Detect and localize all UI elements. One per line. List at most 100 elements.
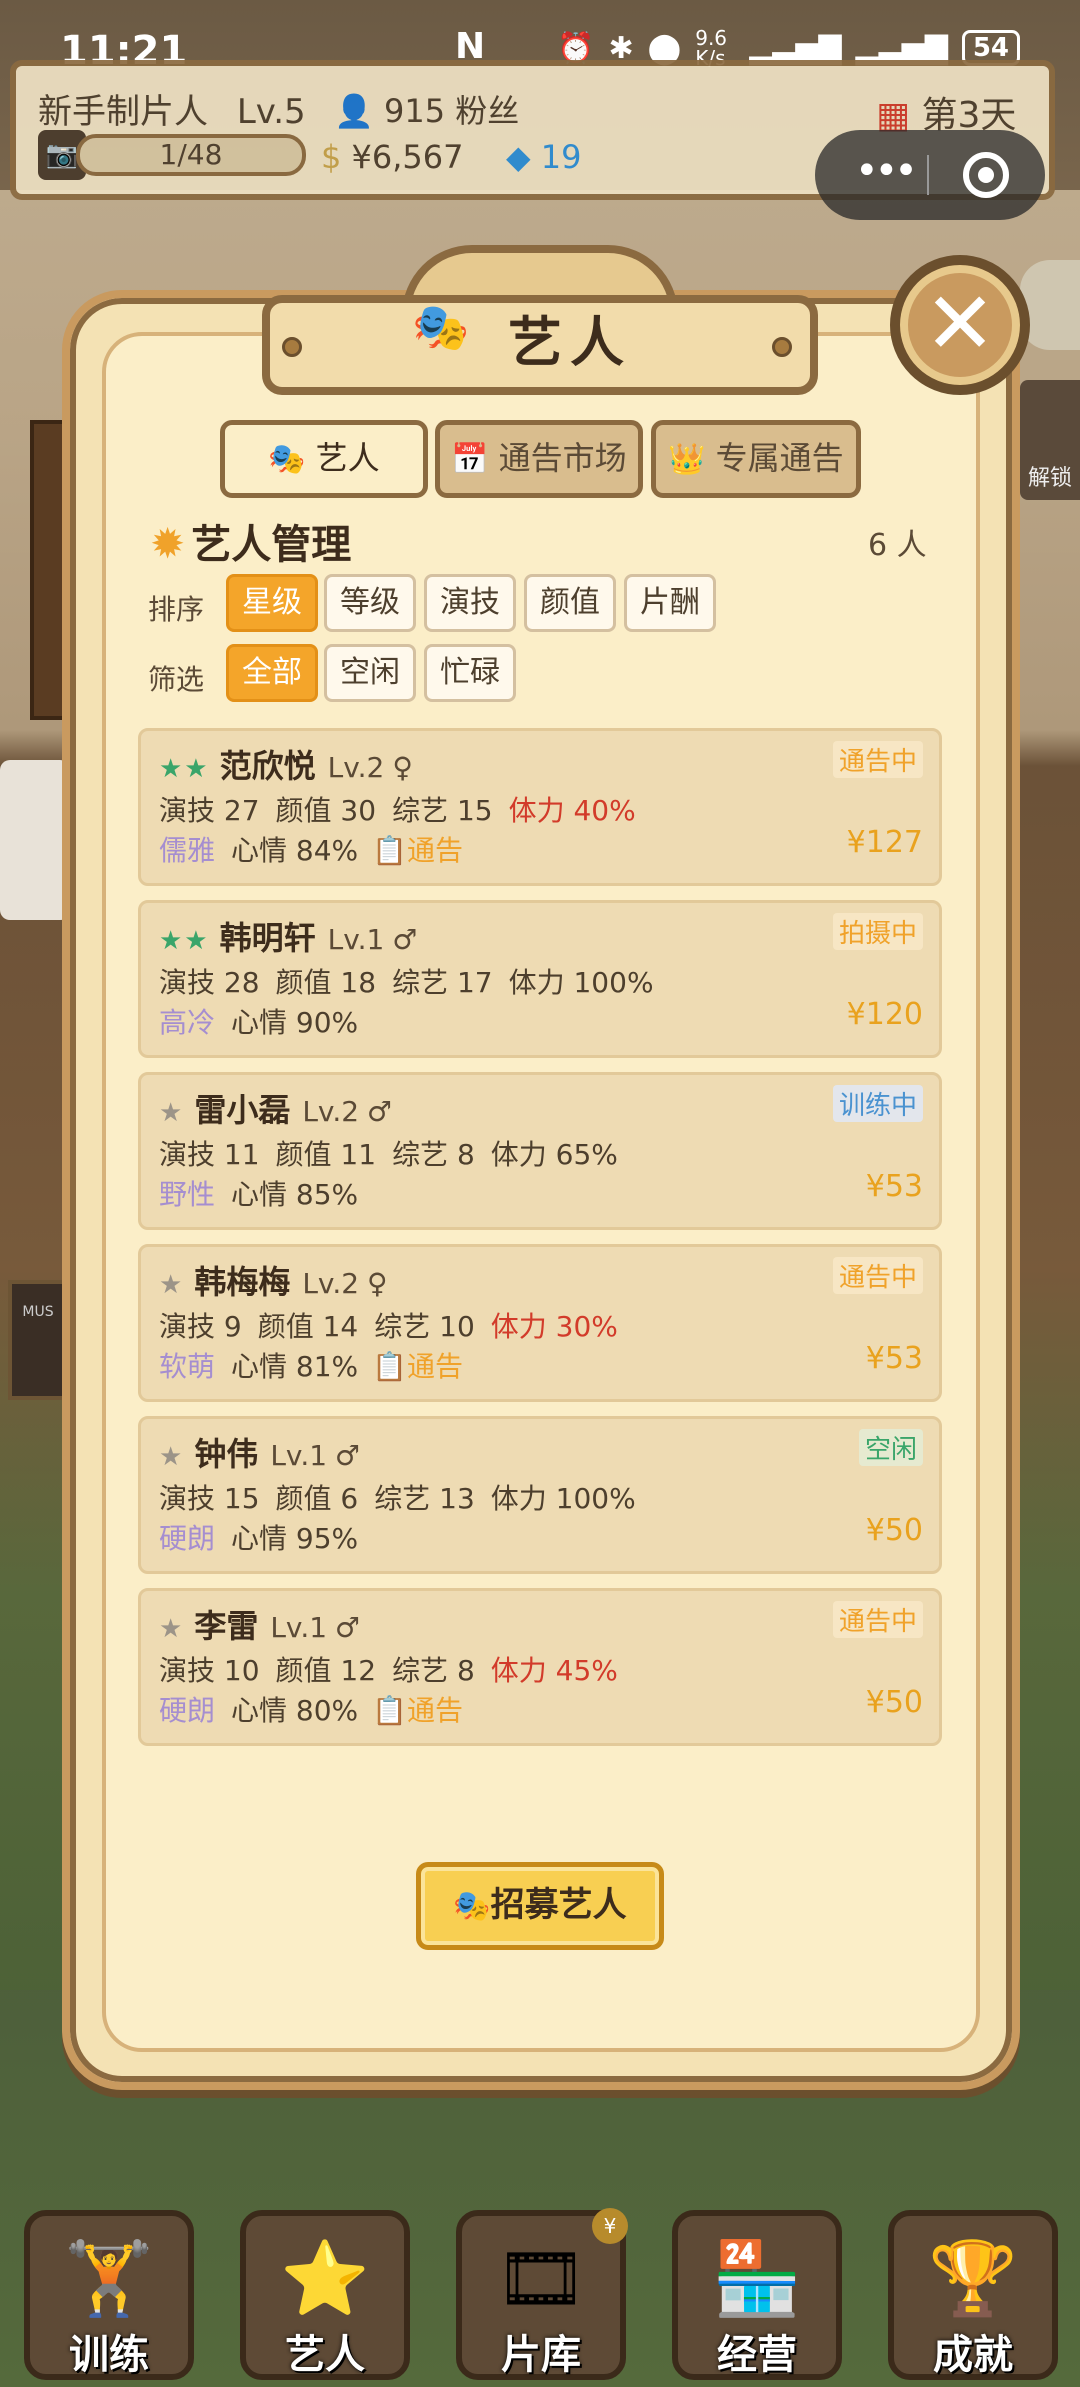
artist-card-4[interactable]: ★ 钟伟 Lv.1 ♂ 空闲 演技 15 颜值 6 综艺 13 体力 100% 硬朗 心情 9…	[138, 1416, 942, 1574]
money-value: ¥6,567	[351, 138, 464, 176]
filter-all[interactable]: 全部	[226, 644, 318, 702]
sort-looks[interactable]: 颜值	[524, 574, 616, 632]
star-rating: ★	[159, 1098, 185, 1128]
status-badge: 拍摄中	[832, 913, 923, 950]
more-icon[interactable]: •••	[855, 148, 918, 194]
star-trophy-icon: ⭐	[280, 2236, 370, 2320]
fans-icon: 👤	[334, 92, 374, 130]
artist-level: Lv.2	[327, 751, 385, 784]
stat-acting: 演技 28	[159, 966, 260, 999]
stat-stamina: 体力 100%	[508, 966, 654, 999]
nav-business[interactable]: 🏪 经营	[672, 2210, 842, 2380]
stat-looks: 颜值 18	[275, 966, 377, 999]
artist-mood-row: 野性 心情 85%	[159, 1173, 358, 1213]
tab-artists[interactable]: 🎭 艺人	[220, 420, 428, 498]
artist-mood: 心情 95%	[231, 1522, 359, 1555]
nav-artists[interactable]: ⭐ 艺人	[240, 2210, 410, 2380]
side-unlock-button[interactable]: 解锁	[1020, 380, 1080, 500]
player-name: 新手制片人 Lv.5	[38, 84, 306, 133]
artist-card-3[interactable]: ★ 韩梅梅 Lv.2 ♀ 通告中 演技 9 颜值 14 综艺 10 体力 30% 软萌 心情 …	[138, 1244, 942, 1402]
artist-trait: 儒雅	[159, 834, 216, 867]
artist-card-5[interactable]: ★ 李雷 Lv.1 ♂ 通告中 演技 10 颜值 12 综艺 8 体力 45% 硬朗 心情 8…	[138, 1588, 942, 1746]
notice-indicator: 📋通告	[372, 1694, 463, 1727]
stat-variety: 综艺 17	[392, 966, 493, 999]
crown-icon: 👑	[668, 442, 706, 477]
trophy-icon: 🏆	[928, 2236, 1018, 2320]
miniprogram-capsule[interactable]: •••	[815, 130, 1045, 220]
tab-exclusive-notice[interactable]: 👑 专属通告	[651, 420, 861, 498]
artist-pay: ¥53	[865, 1169, 923, 1204]
stat-variety: 综艺 15	[392, 794, 493, 827]
stat-looks: 颜值 14	[257, 1310, 359, 1343]
artist-stats: 演技 9 颜值 14 综艺 10 体力 30%	[159, 1305, 634, 1345]
status-badge: 通告中	[832, 1257, 923, 1294]
close-miniprogram-icon[interactable]	[963, 152, 1009, 198]
artist-stats: 演技 15 颜值 6 综艺 13 体力 100%	[159, 1477, 652, 1517]
stat-looks: 颜值 12	[275, 1654, 377, 1687]
nav-label: 片库	[501, 2332, 581, 2378]
music-poster: MUS	[8, 1280, 68, 1400]
sort-label: 排序	[148, 593, 205, 626]
notice-indicator: 📋通告	[372, 834, 463, 867]
artist-trait: 软萌	[159, 1350, 216, 1383]
gem-value: 19	[540, 138, 582, 176]
artist-pay: ¥50	[865, 1513, 923, 1548]
artist-mood-row: 软萌 心情 81% 📋通告	[159, 1345, 463, 1385]
sort-pay[interactable]: 片酬	[624, 574, 716, 632]
sort-level[interactable]: 等级	[324, 574, 416, 632]
star-rating: ★★	[159, 926, 210, 956]
sort-stars[interactable]: 星级	[226, 574, 318, 632]
nav-film-library[interactable]: 🎞 片库 ¥	[456, 2208, 628, 2380]
artist-mood: 心情 90%	[231, 1006, 359, 1039]
artist-mood: 心情 81%	[231, 1350, 359, 1383]
nav-label: 经营	[717, 2332, 797, 2378]
clipboard-icon: 📋	[372, 834, 408, 867]
clipboard-icon: 📋	[372, 1350, 408, 1383]
stat-looks: 颜值 11	[275, 1138, 377, 1171]
notice-label: 通告	[407, 1694, 464, 1727]
artist-level: Lv.2	[302, 1095, 360, 1128]
artist-header: ★ 韩梅梅 Lv.2 ♀	[159, 1257, 388, 1303]
artist-pay: ¥127	[846, 825, 923, 860]
nav-training[interactable]: 🏋 训练	[24, 2210, 194, 2380]
female-icon: ♀	[367, 1267, 388, 1300]
notice-label: 通告	[407, 834, 464, 867]
tab-label: 艺人	[315, 439, 380, 477]
stat-stamina: 体力 30%	[490, 1310, 618, 1343]
artist-stats: 演技 28 颜值 18 综艺 17 体力 100%	[159, 961, 670, 1001]
male-icon: ♂	[367, 1095, 393, 1128]
artist-trait: 野性	[159, 1178, 216, 1211]
stat-stamina: 体力 40%	[508, 794, 636, 827]
artist-header: ★★ 韩明轩 Lv.1 ♂	[159, 913, 417, 959]
sort-acting[interactable]: 演技	[424, 574, 516, 632]
stat-variety: 综艺 13	[374, 1482, 475, 1515]
artist-name: 钟伟	[194, 1435, 259, 1473]
artist-stats: 演技 11 颜值 11 综艺 8 体力 65%	[159, 1133, 634, 1173]
filter-idle[interactable]: 空闲	[324, 644, 416, 702]
tab-notice-market[interactable]: 📅 通告市场	[435, 420, 643, 498]
notice-label: 通告	[407, 1350, 464, 1383]
status-badge: 空闲	[858, 1429, 923, 1466]
artist-card-1[interactable]: ★★ 韩明轩 Lv.1 ♂ 拍摄中 演技 28 颜值 18 综艺 17 体力 100% 高冷…	[138, 900, 942, 1058]
artist-pay: ¥120	[846, 997, 923, 1032]
money-display: $ ¥6,567	[321, 138, 464, 176]
player-title: 新手制片人	[38, 92, 208, 132]
stat-variety: 综艺 8	[392, 1138, 475, 1171]
male-icon: ♂	[335, 1611, 361, 1644]
artist-card-2[interactable]: ★ 雷小磊 Lv.2 ♂ 训练中 演技 11 颜值 11 综艺 8 体力 65% 野性 心情 …	[138, 1072, 942, 1230]
artist-trait: 高冷	[159, 1006, 216, 1039]
artist-header: ★ 雷小磊 Lv.2 ♂	[159, 1085, 392, 1131]
nav-label: 训练	[69, 2332, 149, 2378]
close-button[interactable]: ✕	[890, 255, 1030, 395]
capsule-divider	[927, 155, 929, 195]
artist-mood-row: 高冷 心情 90%	[159, 1001, 358, 1041]
artist-level: Lv.2	[302, 1267, 360, 1300]
tab-label: 通告市场	[498, 439, 627, 477]
artist-card-0[interactable]: ★★ 范欣悦 Lv.2 ♀ 通告中 演技 27 颜值 30 综艺 15 体力 40% 儒雅心…	[138, 728, 942, 886]
artist-name: 韩梅梅	[194, 1263, 291, 1301]
recruit-artist-button[interactable]: 🎭招募艺人	[416, 1862, 664, 1950]
filter-busy[interactable]: 忙碌	[424, 644, 516, 702]
artist-mood-row: 儒雅 心情 84% 📋通告	[159, 829, 463, 869]
nav-achievements[interactable]: 🏆 成就	[888, 2210, 1058, 2380]
dumbbell-icon: 🏋	[64, 2236, 154, 2320]
